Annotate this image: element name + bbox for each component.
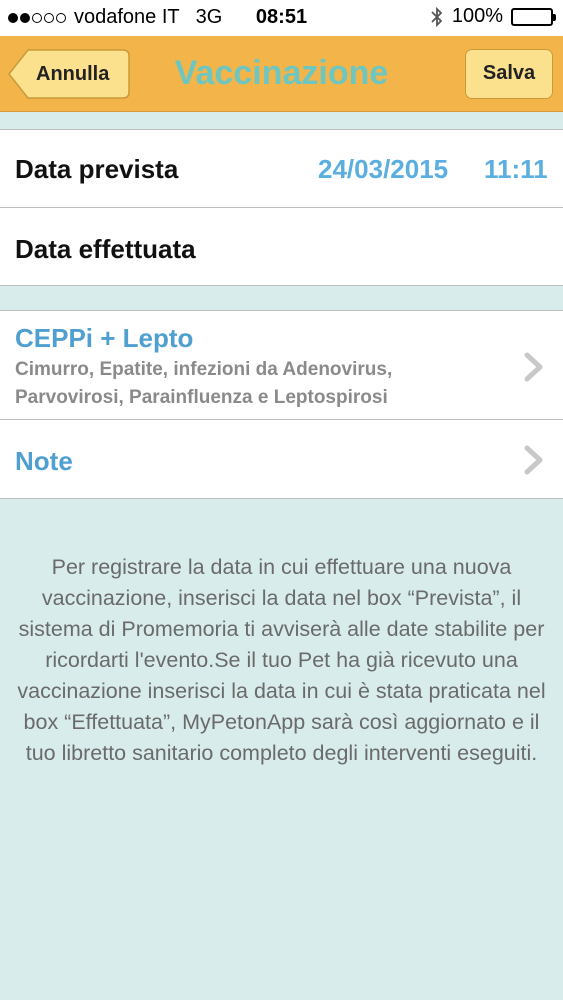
note-label: Note [15,446,73,476]
save-button[interactable]: Salva [465,49,553,99]
note-row[interactable]: Note [0,420,563,498]
chevron-right-icon [524,445,543,475]
vaccine-description-line2: Parvovirosi, Parainfluenza e Leptospiros… [15,387,388,408]
bluetooth-icon [431,6,443,27]
vaccine-description-line1: Cimurro, Epatite, infezioni da Adenoviru… [15,359,393,380]
done-date-label: Data effettuata [15,234,196,264]
divider [0,498,563,499]
planned-date-value[interactable]: 24/03/2015 [318,154,448,185]
done-date-row[interactable]: Data effettuata [0,208,563,285]
status-right: 100% [430,5,556,28]
info-text: Per registrare la data in cui effettuare… [17,555,546,765]
divider [0,285,563,286]
planned-date-row[interactable]: Data prevista 24/03/2015 11:11 [0,130,563,207]
vaccine-row[interactable]: CEPPi + Lepto Cimurro, Epatite, infezion… [0,311,563,419]
vaccine-title: CEPPi + Lepto [15,323,194,353]
navigation-bar: Annulla Vaccinazione Salva [0,36,563,112]
battery-icon [511,7,556,26]
battery-percent: 100% [451,5,503,27]
planned-time-value[interactable]: 11:11 [484,154,548,185]
planned-date-label: Data prevista [15,154,179,184]
vaccine-description: Cimurro, Epatite, infezioni da Adenoviru… [15,356,485,412]
status-bar: vodafone IT 3G 08:51 100% [0,0,563,36]
chevron-right-icon [524,352,543,382]
